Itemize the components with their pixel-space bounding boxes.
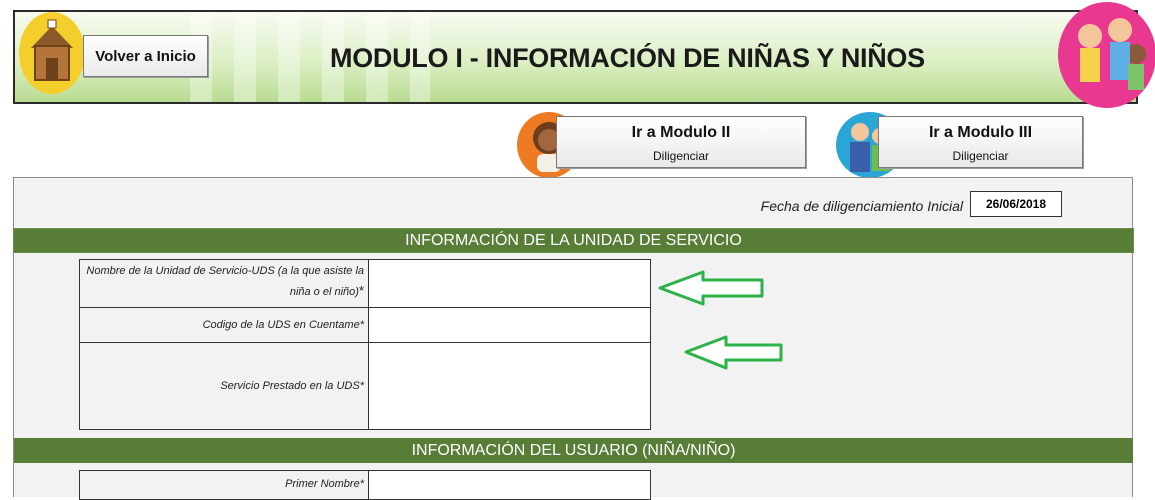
children-icon-graphic: [1078, 18, 1146, 90]
module-2-sublabel: Diligenciar: [652, 149, 710, 163]
house-icon-graphic: [31, 19, 73, 81]
uds-name-label-line1: Nombre de la Unidad de Servicio-UDS (a l…: [86, 265, 364, 277]
house-icon[interactable]: [19, 12, 85, 94]
go-module-2-button[interactable]: Ir a Modulo II Diligenciar: [556, 116, 806, 168]
fecha-label: Fecha de diligenciamiento Inicial: [760, 198, 963, 214]
page-title: MODULO I - INFORMACIÓN DE NIÑAS Y NIÑOS: [330, 43, 925, 73]
service-label: Servicio Prestado en la UDS*: [79, 342, 369, 430]
uds-name-label: Nombre de la Unidad de Servicio-UDS (a l…: [79, 259, 369, 308]
uds-code-input[interactable]: [368, 307, 651, 343]
service-input[interactable]: [368, 342, 651, 430]
uds-name-input[interactable]: [368, 259, 651, 308]
module-3-label: Ir a Modulo III: [928, 124, 1033, 141]
uds-code-label: Codigo de la UDS en Cuentame*: [79, 307, 369, 343]
fecha-field[interactable]: 26/06/2018: [970, 191, 1062, 217]
uds-name-label-line2: niña o el niño): [289, 286, 359, 298]
module-3-sublabel: Diligenciar: [952, 149, 1009, 163]
children-icon: [1058, 2, 1155, 108]
module-2-label: Ir a Modulo II: [631, 124, 731, 141]
uds-name-label-line2-wrap: niña o el niño)*: [289, 283, 364, 298]
go-module-3-button[interactable]: Ir a Modulo III Diligenciar: [878, 116, 1083, 168]
first-name-input[interactable]: [368, 470, 651, 500]
section-header-service: INFORMACIÓN DE LA UNIDAD DE SERVICIO: [13, 228, 1134, 253]
section-header-user: INFORMACIÓN DEL USUARIO (NIÑA/NIÑO): [14, 438, 1133, 463]
first-name-label: Primer Nombre*: [79, 470, 369, 500]
home-button[interactable]: Volver a Inicio: [83, 35, 208, 77]
